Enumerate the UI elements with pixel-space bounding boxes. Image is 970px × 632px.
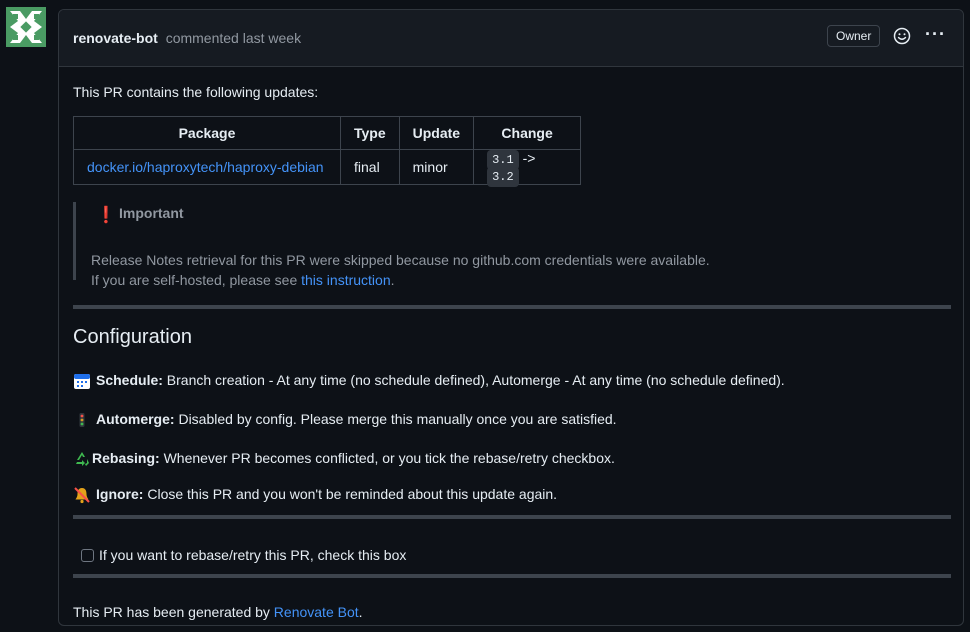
- configuration-heading: Configuration: [73, 326, 192, 348]
- config-item-automerge: Automerge: Disabled by config. Please me…: [73, 411, 617, 429]
- change-cell: 3.1 -> 3.2: [473, 149, 582, 187]
- alert-line-2-suffix: .: [390, 272, 395, 288]
- calendar-icon: [74, 374, 90, 390]
- recycle-icon: [76, 452, 89, 467]
- divider: [73, 515, 951, 519]
- more-options-kebab-icon[interactable]: ···: [925, 24, 946, 45]
- traffic-light-icon: [79, 413, 85, 428]
- instruction-link[interactable]: this instruction: [301, 272, 390, 288]
- config-item-schedule: Schedule: Branch creation - At any time …: [73, 372, 785, 390]
- config-label: Automerge:: [96, 411, 175, 427]
- divider: [73, 574, 951, 578]
- footer-text: This PR has been generated by Renovate B…: [73, 604, 363, 620]
- updates-table: Package Type Update Change docker.io/hap…: [73, 116, 582, 187]
- comment-card: renovate-bot commented last week Owner ·…: [58, 9, 964, 626]
- comment-author-link[interactable]: renovate-bot: [73, 30, 158, 46]
- config-text: Close this PR and you won't be reminded …: [143, 486, 558, 502]
- config-text: Disabled by config. Please merge this ma…: [174, 411, 617, 427]
- footer-suffix: .: [358, 604, 363, 620]
- rebase-checkbox[interactable]: [81, 549, 94, 562]
- muted-bell-icon: [74, 487, 90, 504]
- important-alert: ❗ Important Release Notes retrieval for …: [73, 202, 946, 288]
- comment-time-link[interactable]: last week: [243, 30, 301, 46]
- config-label: Ignore:: [96, 486, 144, 502]
- package-link[interactable]: docker.io/haproxytech/haproxy-debian: [87, 159, 324, 175]
- add-reaction-smiley-icon[interactable]: [893, 27, 911, 45]
- config-label: Schedule:: [96, 372, 163, 388]
- comment-header: renovate-bot commented last week Owner ·…: [59, 10, 963, 67]
- table-header-row: Package Type Update Change: [73, 116, 582, 150]
- renovate-bot-link[interactable]: Renovate Bot: [274, 604, 359, 620]
- exclamation-icon: ❗: [96, 207, 116, 224]
- owner-badge: Owner: [827, 25, 881, 47]
- renovate-bot-avatar[interactable]: [6, 7, 46, 47]
- comment-meta: renovate-bot commented last week: [73, 30, 301, 46]
- table-header-update: Update: [398, 116, 475, 150]
- config-item-rebasing: Rebasing: Whenever PR becomes conflicted…: [73, 450, 615, 468]
- config-item-ignore: Ignore: Close this PR and you won't be r…: [73, 486, 557, 504]
- type-cell: final: [340, 149, 400, 185]
- config-label: Rebasing:: [92, 450, 160, 466]
- table-header-package: Package: [73, 116, 341, 150]
- config-text: Branch creation - At any time (no schedu…: [162, 372, 785, 388]
- divider: [73, 305, 951, 309]
- change-arrow: ->: [522, 150, 536, 166]
- update-cell: minor: [398, 149, 475, 185]
- alert-line-2: If you are self-hosted, please see this …: [91, 272, 395, 288]
- comment-action: commented: [165, 30, 239, 46]
- alert-line-1: Release Notes retrieval for this PR were…: [91, 252, 710, 268]
- table-header-change: Change: [473, 116, 582, 150]
- footer-prefix: This PR has been generated by: [73, 604, 274, 620]
- to-version: 3.2: [487, 167, 519, 187]
- alert-line-2-prefix: If you are self-hosted, please see: [91, 272, 302, 288]
- config-text: Whenever PR becomes conflicted, or you t…: [159, 450, 615, 466]
- alert-title: Important: [119, 205, 184, 221]
- table-row: docker.io/haproxytech/haproxy-debian fin…: [73, 149, 582, 187]
- table-header-type: Type: [340, 116, 400, 150]
- rebase-checkbox-label[interactable]: If you want to rebase/retry this PR, che…: [99, 547, 406, 563]
- intro-text: This PR contains the following updates:: [73, 84, 319, 100]
